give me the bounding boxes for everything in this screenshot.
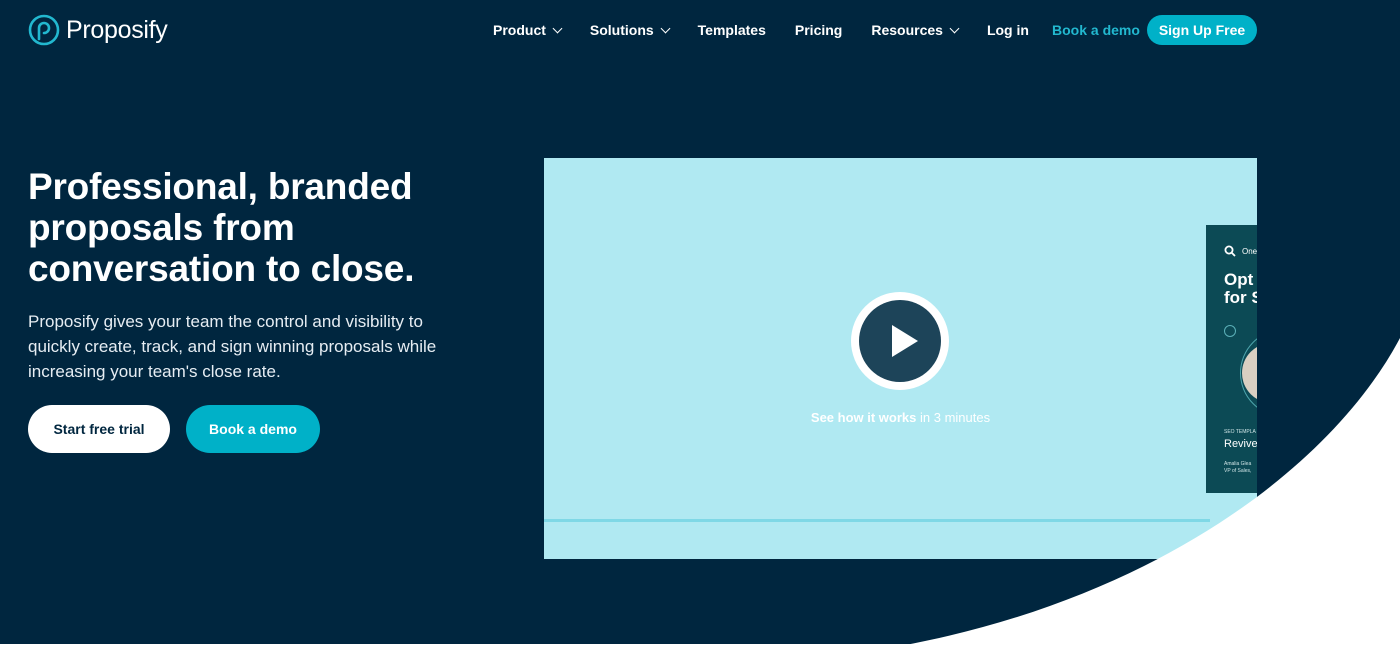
chevron-down-icon [660,23,671,33]
play-triangle [892,325,918,357]
hero-title: Professional, branded proposals from con… [28,166,508,289]
thumbnail-brand: One [1242,247,1257,256]
play-icon [859,300,941,382]
logo[interactable]: Proposify [28,14,168,46]
nav-product[interactable]: Product [493,22,563,38]
nav-pricing[interactable]: Pricing [795,22,842,38]
nav-product-label: Product [493,22,546,38]
video-thumbnail-card: One Opt for S SEO TEMPLA Revive Amalia G… [1206,225,1257,493]
video-player[interactable]: See how it works in 3 minutes One Opt fo… [544,158,1257,559]
hero-title-line: conversation to close. [28,248,415,289]
hero-subtitle: Proposify gives your team the control an… [28,309,498,384]
nav-templates[interactable]: Templates [698,22,766,38]
hero-subtitle-line: Proposify gives your team the control an… [28,312,423,331]
nav-solutions-label: Solutions [589,22,654,38]
nav-login[interactable]: Log in [987,22,1029,38]
nav-pricing-label: Pricing [794,22,843,38]
chevron-down-icon [552,23,563,33]
thumbnail-person: Amalia Glea VP of Sales, [1224,461,1251,475]
nav-resources-label: Resources [871,22,943,38]
thumbnail-title: Opt for S [1224,271,1257,307]
book-demo-button[interactable]: Book a demo [186,405,320,453]
nav-resources[interactable]: Resources [871,22,960,38]
thumbnail-tag: SEO TEMPLA [1224,429,1256,435]
video-progress-bar[interactable] [544,519,1210,522]
hero-title-line: proposals from [28,207,295,248]
logo-wordmark: Proposify [66,15,168,44]
video-caption-bold: See how it works [810,410,917,425]
chevron-down-icon [949,23,960,33]
sign-up-button[interactable]: Sign Up Free [1147,15,1257,45]
thumbnail-decoration [1224,325,1236,337]
play-button[interactable] [851,292,949,390]
thumbnail-headline: Revive [1224,438,1257,450]
proposify-logo-icon [28,14,60,46]
nav-book-demo-link[interactable]: Book a demo [1052,22,1140,38]
page: Proposify Product Solutions Templates Pr… [0,0,1400,646]
thumbnail-person-line: Amalia Glea [1224,461,1252,467]
main-nav: Product Solutions Templates Pricing Reso… [493,22,1029,38]
thumbnail-title-line: Opt [1224,270,1254,289]
hero-title-line: Professional, branded [28,166,413,207]
hero-subtitle-line: quickly create, track, and sign winning … [28,337,437,356]
start-free-trial-button[interactable]: Start free trial [28,405,170,453]
nav-templates-label: Templates [697,22,766,38]
search-icon [1224,245,1236,257]
video-caption: See how it works in 3 minutes [544,410,1257,425]
thumbnail-person-line: VP of Sales, [1224,468,1252,474]
nav-login-label: Log in [986,22,1029,38]
thumbnail-title-line: for S [1224,288,1257,307]
video-caption-rest: in 3 minutes [916,410,991,425]
nav-solutions[interactable]: Solutions [589,22,671,38]
hero-subtitle-line: increasing your team's close rate. [28,362,281,381]
